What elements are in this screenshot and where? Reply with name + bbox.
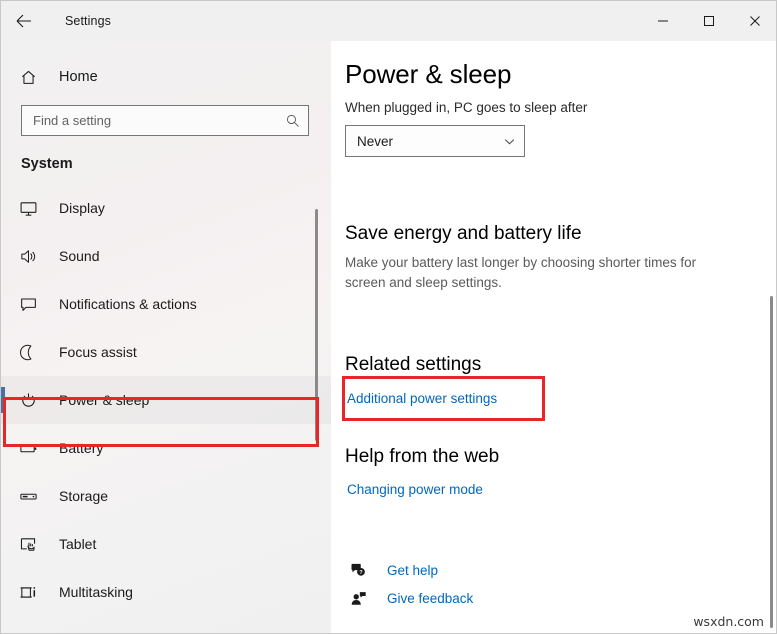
settings-window: Settings Home Find a setting System Disp… xyxy=(0,0,777,634)
sidebar-item-label: Display xyxy=(59,200,105,216)
save-energy-section: Save energy and battery life Make your b… xyxy=(331,223,731,292)
related-settings-heading: Related settings xyxy=(345,354,482,375)
drive-icon xyxy=(19,487,43,506)
tablet-icon xyxy=(19,535,43,554)
sidebar-item-display[interactable]: Display xyxy=(1,184,331,232)
related-settings-link-row: Additional power settings xyxy=(347,390,497,408)
footer-link-label: Give feedback xyxy=(387,590,474,606)
sidebar-item-sound[interactable]: Sound xyxy=(1,232,331,280)
close-icon xyxy=(750,16,760,26)
sidebar-item-focus-assist[interactable]: Focus assist xyxy=(1,328,331,376)
sidebar-nav-list: Display Sound Notifications & actions Fo… xyxy=(1,184,331,616)
help-from-web-heading: Help from the web xyxy=(345,446,500,467)
sidebar-item-power-and-sleep[interactable]: Power & sleep xyxy=(1,376,331,424)
minimize-icon xyxy=(658,20,668,22)
sidebar-item-notifications[interactable]: Notifications & actions xyxy=(1,280,331,328)
sidebar-item-label: Notifications & actions xyxy=(59,296,197,312)
give-feedback-link[interactable]: Give feedback xyxy=(345,584,473,612)
sidebar-item-label: Sound xyxy=(59,248,100,264)
chat-bubble-icon xyxy=(19,295,43,314)
home-icon xyxy=(19,68,43,87)
related-settings-section: Related settings Additional power settin… xyxy=(331,354,497,408)
sidebar-item-label: Multitasking xyxy=(59,584,133,600)
main-scrollbar[interactable] xyxy=(770,296,773,628)
sleep-timeout-value: Never xyxy=(357,133,394,149)
search-box[interactable] xyxy=(21,105,309,136)
save-energy-description: Make your battery last longer by choosin… xyxy=(345,255,697,290)
maximize-button[interactable] xyxy=(686,1,732,41)
page-title: Power & sleep xyxy=(345,59,512,89)
close-button[interactable] xyxy=(732,1,776,41)
maximize-icon xyxy=(704,16,714,26)
watermark: wsxdn.com xyxy=(693,614,764,629)
chevron-down-icon xyxy=(494,135,524,148)
monitor-icon xyxy=(19,199,43,218)
multitasking-icon xyxy=(19,583,43,602)
sidebar-item-storage[interactable]: Storage xyxy=(1,472,331,520)
additional-power-settings-link[interactable]: Additional power settings xyxy=(347,391,497,406)
minimize-button[interactable] xyxy=(640,1,686,41)
sidebar-item-label: Power & sleep xyxy=(59,392,150,408)
sidebar-item-home[interactable]: Home xyxy=(1,59,331,95)
back-button[interactable] xyxy=(1,1,47,41)
changing-power-mode-link[interactable]: Changing power mode xyxy=(347,482,483,497)
question-bubble-icon: ? xyxy=(345,562,371,579)
sidebar: Home System Displ xyxy=(1,41,331,633)
back-arrow-icon xyxy=(16,14,31,28)
main-content: Power & sleep When plugged in, PC goes t… xyxy=(331,41,776,633)
help-link-row: Changing power mode xyxy=(347,481,499,499)
sidebar-item-multitasking[interactable]: Multitasking xyxy=(1,568,331,616)
sidebar-group-title: System xyxy=(21,156,73,172)
search-icon[interactable] xyxy=(278,113,308,129)
title-bar: Settings xyxy=(1,1,776,41)
sleep-timeout-dropdown[interactable]: Never xyxy=(345,125,525,157)
speaker-icon xyxy=(19,247,43,266)
window-controls xyxy=(640,1,776,41)
footer-links: ? Get help Give feedback xyxy=(345,556,473,612)
save-energy-heading: Save energy and battery life xyxy=(345,223,582,244)
help-from-web-section: Help from the web Changing power mode xyxy=(331,446,499,499)
sidebar-item-label: Storage xyxy=(59,488,109,504)
sidebar-item-tablet[interactable]: Tablet xyxy=(1,520,331,568)
sidebar-item-battery[interactable]: Battery xyxy=(1,424,331,472)
get-help-link[interactable]: ? Get help xyxy=(345,556,473,584)
search-input[interactable] xyxy=(22,112,278,129)
window-title: Settings xyxy=(65,14,111,28)
moon-icon xyxy=(19,343,43,362)
sleep-timeout-label: When plugged in, PC goes to sleep after xyxy=(345,100,588,115)
sidebar-item-label: Battery xyxy=(59,440,104,456)
feedback-person-icon xyxy=(345,590,371,607)
battery-icon xyxy=(19,439,43,458)
power-icon xyxy=(19,391,43,410)
sidebar-scrollbar[interactable] xyxy=(315,209,318,441)
sidebar-item-label: Tablet xyxy=(59,536,97,552)
sidebar-item-label: Focus assist xyxy=(59,344,137,360)
svg-text:?: ? xyxy=(359,569,362,575)
footer-link-label: Get help xyxy=(387,562,439,578)
home-label: Home xyxy=(59,69,98,85)
